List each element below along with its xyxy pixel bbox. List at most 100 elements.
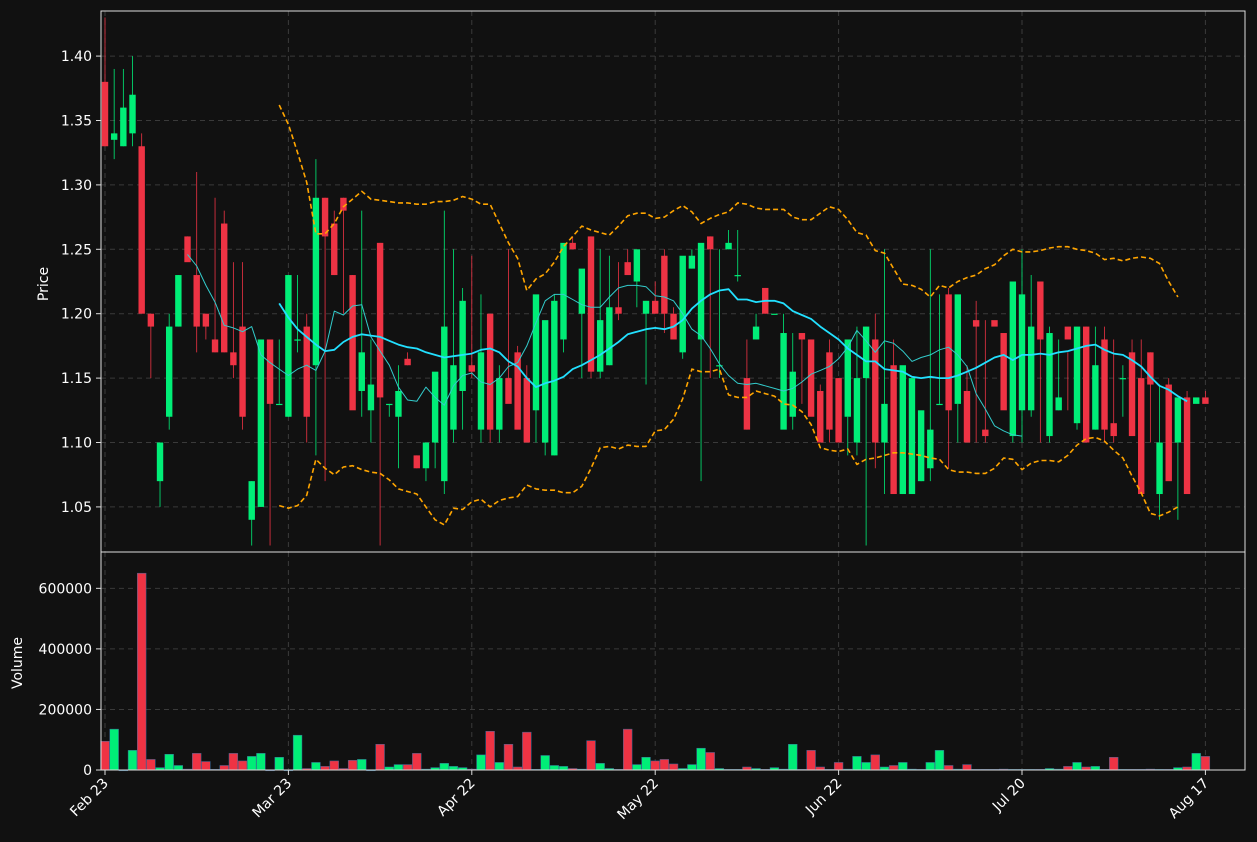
volume-bar bbox=[164, 754, 174, 771]
volume-bar bbox=[934, 750, 945, 771]
volume-bar bbox=[100, 740, 110, 771]
candle-body bbox=[1092, 365, 1099, 430]
candle-body bbox=[349, 275, 356, 411]
volume-bar bbox=[696, 747, 706, 771]
candle-body bbox=[587, 236, 595, 372]
candle-body bbox=[422, 442, 430, 469]
candle-body bbox=[927, 429, 934, 469]
candle-body bbox=[376, 242, 384, 398]
candle-body bbox=[285, 275, 292, 417]
candle-body bbox=[606, 307, 613, 366]
volume-bar bbox=[1090, 766, 1101, 771]
candle-body bbox=[1101, 339, 1108, 430]
volume-bar bbox=[228, 753, 239, 771]
price-tick-label: 1.05 bbox=[61, 500, 92, 516]
candle-body bbox=[505, 378, 512, 404]
candlestick-chart: 1.05 1.10 1.15 1.20 1.25 1.30 1.35 1.40 0 200000… bbox=[0, 0, 1257, 842]
volume-bar bbox=[1191, 753, 1201, 771]
volume-tick-label: 400000 bbox=[39, 642, 92, 658]
candle-body bbox=[881, 403, 888, 443]
candle-body bbox=[1156, 442, 1163, 495]
candle-body bbox=[523, 378, 531, 443]
volume-bar bbox=[641, 757, 651, 771]
volume-bar bbox=[109, 728, 119, 771]
candle-body bbox=[1018, 294, 1026, 411]
price-tick-label: 1.30 bbox=[61, 178, 92, 194]
candle-body bbox=[835, 378, 842, 443]
volume-bar bbox=[788, 744, 798, 771]
candle-body bbox=[395, 390, 402, 417]
volume-bar bbox=[833, 762, 844, 771]
candle-body bbox=[532, 294, 540, 411]
volume-bar bbox=[852, 756, 862, 771]
candle-body bbox=[129, 94, 136, 134]
candle-body bbox=[707, 236, 714, 250]
candle-body bbox=[1193, 397, 1200, 404]
candle-body bbox=[477, 352, 485, 430]
price-tick-label: 1.10 bbox=[61, 436, 92, 452]
price-tick-label: 1.15 bbox=[61, 371, 92, 387]
price-tick-label: 1.40 bbox=[61, 49, 92, 65]
volume-bar bbox=[925, 762, 935, 771]
volume-tick-label: 200000 bbox=[39, 702, 92, 718]
candle-body bbox=[954, 294, 962, 404]
volume-bar bbox=[412, 753, 422, 771]
volume-bar bbox=[888, 765, 899, 771]
volume-bar bbox=[806, 750, 816, 771]
candle-body bbox=[541, 320, 549, 443]
candle-body bbox=[789, 371, 796, 417]
candle-body bbox=[1110, 423, 1117, 437]
volume-bar bbox=[127, 750, 138, 771]
price-tick-label: 1.25 bbox=[61, 242, 92, 258]
volume-bar bbox=[962, 764, 972, 771]
candle-body bbox=[257, 339, 265, 507]
candle-body bbox=[413, 455, 420, 469]
candle-body bbox=[615, 307, 622, 314]
volume-axis-label: Volume bbox=[10, 637, 26, 689]
volume-bar bbox=[705, 752, 715, 771]
candle-body bbox=[817, 390, 824, 443]
price-tick-label: 1.35 bbox=[61, 113, 92, 129]
candle-body bbox=[917, 410, 925, 482]
candle-body bbox=[303, 326, 310, 417]
candle-body bbox=[386, 403, 393, 406]
volume-bar bbox=[494, 762, 504, 771]
candle-body bbox=[450, 365, 457, 430]
volume-bar bbox=[357, 759, 367, 771]
candle-body bbox=[1119, 378, 1127, 380]
candle-body bbox=[1138, 378, 1145, 495]
volume-bar bbox=[201, 761, 211, 771]
candle-body bbox=[963, 390, 971, 443]
candle-body bbox=[652, 300, 659, 314]
candle-body bbox=[1064, 326, 1072, 340]
candle-body bbox=[175, 275, 182, 327]
candle-body bbox=[358, 352, 365, 391]
volume-bar bbox=[943, 765, 954, 771]
volume-bar bbox=[503, 744, 514, 771]
volume-bar bbox=[898, 762, 908, 771]
candle-body bbox=[642, 300, 650, 314]
candle-body bbox=[1128, 352, 1136, 437]
volume-bar bbox=[476, 754, 486, 771]
candle-body bbox=[276, 403, 283, 406]
candle-body bbox=[872, 339, 879, 443]
volume-bar bbox=[439, 763, 449, 771]
volume-bar bbox=[247, 756, 257, 771]
candle-body bbox=[771, 313, 778, 315]
candle-body bbox=[908, 378, 916, 495]
volume-bar bbox=[558, 766, 569, 771]
candle-body bbox=[331, 223, 338, 276]
candle-body bbox=[156, 442, 164, 482]
volume-bar bbox=[522, 731, 532, 771]
volume-bar bbox=[549, 765, 559, 771]
candle-body bbox=[239, 326, 246, 417]
candle-body bbox=[230, 352, 237, 366]
candle-body bbox=[725, 242, 732, 250]
volume-bar bbox=[292, 734, 303, 771]
volume-bar bbox=[448, 766, 459, 771]
candle-body bbox=[165, 326, 173, 417]
candle-body bbox=[431, 371, 439, 443]
volume-tick-label: 600000 bbox=[39, 581, 92, 597]
volume-bar bbox=[485, 730, 495, 771]
candle-body bbox=[1027, 326, 1035, 411]
